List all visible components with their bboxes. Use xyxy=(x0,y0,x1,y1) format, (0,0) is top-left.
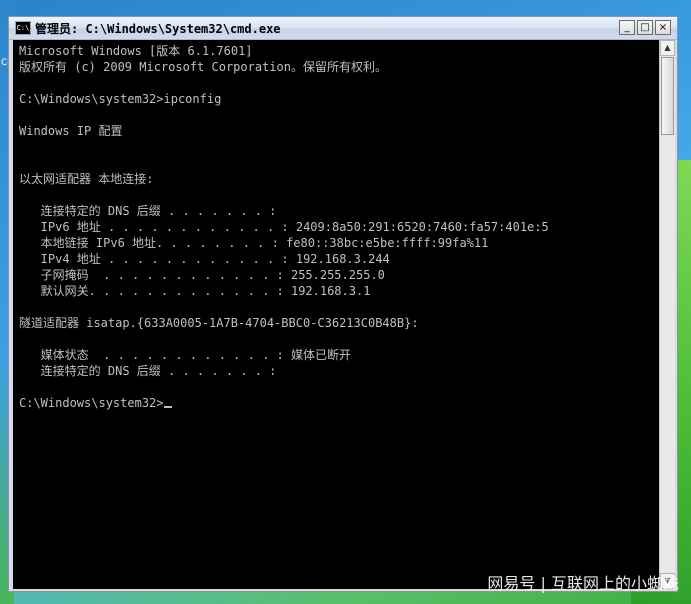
console-line: 以太网适配器 本地连接: xyxy=(19,172,154,186)
scroll-up-icon[interactable]: ▲ xyxy=(660,40,675,56)
console-line: 媒体状态 . . . . . . . . . . . . : 媒体已断开 xyxy=(19,348,351,362)
console-text: Microsoft Windows [版本 6.1.7601] 版权所有 (c) … xyxy=(13,40,659,411)
console-line: 连接特定的 DNS 后缀 . . . . . . . : xyxy=(19,364,277,378)
vertical-scrollbar[interactable]: ▲ ▼ xyxy=(659,40,675,589)
text-cursor xyxy=(163,406,172,408)
console-line: Microsoft Windows [版本 6.1.7601] xyxy=(19,44,253,58)
close-button[interactable]: × xyxy=(655,20,671,35)
scroll-thumb[interactable] xyxy=(661,57,674,135)
console-line: 版权所有 (c) 2009 Microsoft Corporation。保留所有… xyxy=(19,60,387,74)
console-line: C:\Windows\system32>ipconfig xyxy=(19,92,222,106)
maximize-button[interactable]: □ xyxy=(637,20,653,35)
console-line: 子网掩码 . . . . . . . . . . . . : 255.255.2… xyxy=(19,268,385,282)
window-controls: _ □ × xyxy=(619,20,671,35)
cmd-icon[interactable]: C:\ xyxy=(15,21,31,35)
minimize-button[interactable]: _ xyxy=(619,20,635,35)
watermark: 网易号 | 互联网上的小蜘蛛 xyxy=(487,574,679,593)
console-line: IPv6 地址 . . . . . . . . . . . . : 2409:8… xyxy=(19,220,549,234)
console-line: C:\Windows\system32> xyxy=(19,395,659,411)
window-title: 管理员: C:\Windows\System32\cmd.exe xyxy=(35,22,281,36)
title-bar[interactable]: C:\ 管理员: C:\Windows\System32\cmd.exe _ □… xyxy=(9,17,677,40)
console-line: 默认网关. . . . . . . . . . . . . : 192.168.… xyxy=(19,284,371,298)
console-line: IPv4 地址 . . . . . . . . . . . . : 192.16… xyxy=(19,252,390,266)
console-line: Windows IP 配置 xyxy=(19,124,123,138)
console-line: 隧道适配器 isatap.{633A0005-1A7B-4704-BBC0-C3… xyxy=(19,316,419,330)
console-line: 连接特定的 DNS 后缀 . . . . . . . : xyxy=(19,204,277,218)
console-output[interactable]: Microsoft Windows [版本 6.1.7601] 版权所有 (c) … xyxy=(13,40,659,589)
cmd-window: C:\ 管理员: C:\Windows\System32\cmd.exe _ □… xyxy=(8,16,678,592)
console-line: 本地链接 IPv6 地址. . . . . . . . : fe80::38bc… xyxy=(19,236,489,250)
